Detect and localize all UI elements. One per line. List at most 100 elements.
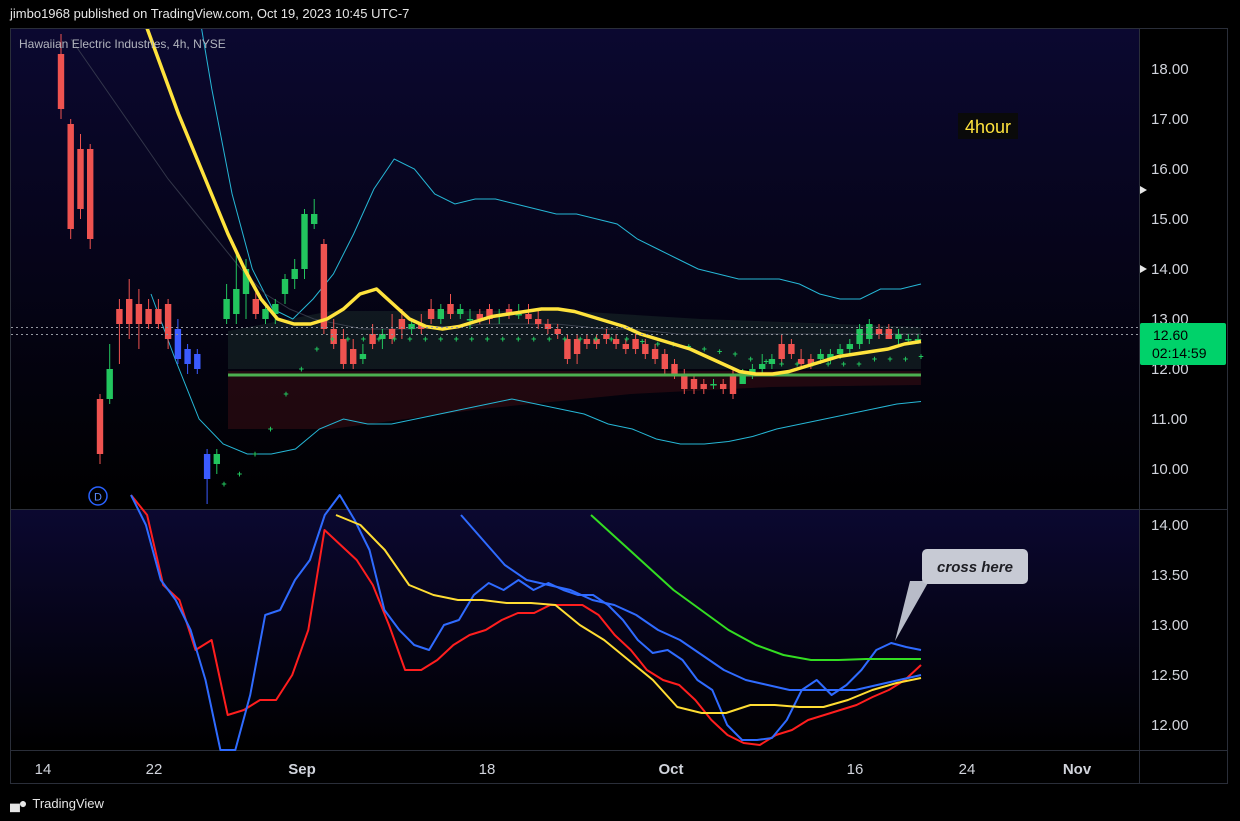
candle-body (359, 354, 367, 359)
trailing-stop-dot: + (237, 469, 242, 479)
trailing-stop-dot: + (562, 334, 567, 344)
trailing-stop-dot: + (314, 344, 319, 354)
trailing-stop-dot: + (485, 334, 490, 344)
candle (301, 209, 308, 279)
candle-body (184, 349, 191, 364)
candle (67, 119, 74, 239)
trailing-stop-dot: + (221, 479, 226, 489)
candle-body (174, 329, 182, 359)
candle-body (155, 309, 162, 324)
candle-body (135, 304, 143, 324)
trailing-stop-dot: + (640, 337, 645, 347)
price-tick-label: 11.00 (1151, 411, 1187, 428)
trailing-stop-dot: + (593, 334, 598, 344)
trailing-stop-dot: + (578, 334, 583, 344)
trailing-stop-dot: + (283, 389, 288, 399)
candle-body (164, 304, 172, 339)
candle-body (544, 324, 552, 329)
price-tick-label: 15.00 (1151, 211, 1189, 228)
time-axis[interactable]: 14 22 Sep 18 Oct 16 24 Nov (35, 761, 1092, 778)
oscillator-tick-label: 13.50 (1151, 567, 1189, 584)
timeframe-label: 4hour (965, 117, 1011, 137)
oscillator-tick-label: 14.00 (1151, 517, 1189, 534)
trailing-stop-dot: + (779, 359, 784, 369)
candle-body (875, 329, 883, 334)
time-tick-label: 18 (479, 761, 496, 778)
trailing-stop-dot: + (299, 364, 304, 374)
trailing-stop-dot: + (872, 354, 877, 364)
trailing-stop-dot: + (547, 334, 552, 344)
price-axis-arrow-2 (1140, 265, 1147, 273)
candle-body (369, 334, 376, 344)
trailing-stop-dot: + (624, 334, 629, 344)
candle-body (651, 349, 659, 359)
time-tick-label: Nov (1063, 761, 1092, 778)
candle-body (437, 309, 444, 319)
price-tick-label: 14.00 (1151, 261, 1189, 278)
candle-body (252, 299, 259, 314)
candle (87, 144, 94, 249)
candle-body (145, 309, 152, 324)
trailing-stop-dot: + (361, 334, 366, 344)
candle-body (720, 384, 727, 389)
candle-body (612, 339, 620, 344)
chart-canvas[interactable]: + + + + + + + + + + + + + + + + + + + + + + + + + + + + + + + + + + + + + + + +… (11, 29, 1228, 784)
candle-body (778, 344, 785, 359)
candle-body (583, 339, 591, 344)
candle-body (57, 54, 65, 109)
trailing-stop-dot: + (702, 344, 707, 354)
footer-brand[interactable]: ▄● TradingView (10, 795, 104, 811)
candle-body (554, 329, 561, 334)
time-tick-label: 14 (35, 761, 52, 778)
trailing-stop-dot: + (856, 359, 861, 369)
candle-body (846, 344, 853, 349)
trailing-stop-dot: + (252, 449, 257, 459)
trailing-stop-dot: + (887, 354, 892, 364)
time-tick-label: Sep (288, 761, 316, 778)
candle-body (622, 344, 629, 349)
trailing-stop-dot: + (438, 334, 443, 344)
candle-body (729, 374, 737, 394)
trailing-stop-dot: + (748, 354, 753, 364)
candle-body (632, 339, 639, 349)
candle-body (203, 454, 211, 479)
time-tick-label: 16 (847, 761, 864, 778)
candle-body (67, 124, 74, 229)
oscillator-axis[interactable]: 14.00 13.50 13.00 12.50 12.00 (1151, 517, 1189, 734)
price-badge: 12.60 02:14:59 (1140, 323, 1226, 365)
chart-frame[interactable]: + + + + + + + + + + + + + + + + + + + + + + + + + + + + + + + + + + + + + + + +… (10, 28, 1228, 784)
candle-body (447, 304, 454, 314)
current-price-label: 12.60 (1153, 327, 1188, 343)
candle-body (194, 354, 201, 369)
symbol-title: Hawaiian Electric Industries, 4h, NYSE (19, 37, 226, 51)
trailing-stop-dot: + (732, 349, 737, 359)
time-tick-label: Oct (658, 761, 683, 778)
candle-body (233, 289, 240, 314)
trailing-stop-dot: + (717, 347, 722, 357)
candle-body (77, 149, 84, 209)
candle-body (535, 319, 542, 324)
candle-body (213, 454, 220, 464)
trailing-stop-dot: + (376, 334, 381, 344)
candle-body (905, 339, 912, 341)
candle-body (817, 354, 824, 359)
candle-body (856, 329, 863, 344)
candle-body (457, 309, 464, 314)
candle-body (671, 364, 678, 374)
published-by-text: jimbo1968 published on TradingView.com, … (10, 6, 410, 21)
trailing-stop-dot: + (841, 359, 846, 369)
candle-body (320, 244, 328, 329)
candle-body (836, 349, 844, 354)
candle-body (700, 384, 707, 389)
trailing-stop-dot: + (500, 334, 505, 344)
trailing-stop-dot: + (268, 424, 273, 434)
candle-body (768, 359, 776, 364)
candle-body (262, 309, 269, 319)
trailing-stop-dot: + (345, 334, 350, 344)
dividend-marker-label: D (94, 492, 102, 504)
candle-body (311, 214, 318, 224)
price-tick-label: 17.00 (1151, 111, 1189, 128)
trailing-stop-dot: + (531, 334, 536, 344)
candle-body (690, 379, 698, 389)
price-axis[interactable]: 18.0017.0016.0015.0014.0013.0012.0011.00… (1151, 61, 1189, 478)
